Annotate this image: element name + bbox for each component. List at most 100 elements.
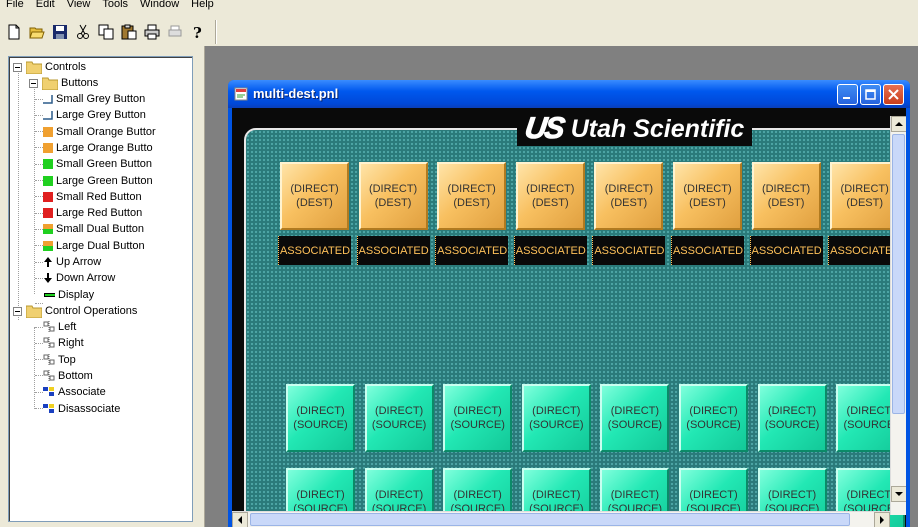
- tree-node-controls[interactable]: Controls: [13, 59, 86, 75]
- panel-splitter[interactable]: [196, 46, 204, 527]
- dual-button-icon: [43, 224, 53, 235]
- button-line-1: (DIRECT): [610, 405, 660, 417]
- tree-item-button[interactable]: Large Green Button: [35, 173, 153, 189]
- vertical-scrollbar[interactable]: [890, 116, 906, 515]
- open-icon[interactable]: [27, 22, 47, 42]
- associated-display[interactable]: ASSOCIATED: [435, 236, 509, 265]
- destination-button[interactable]: (DIRECT) (DEST): [751, 162, 821, 230]
- tree-item-operation[interactable]: Right: [35, 335, 84, 351]
- tree-item-label: Large Red Button: [56, 207, 143, 220]
- source-button[interactable]: (DIRECT) (SOURCE): [679, 384, 748, 452]
- tree-item-operation[interactable]: Associate: [35, 384, 106, 400]
- destination-button[interactable]: (DIRECT) (DEST): [594, 162, 664, 230]
- scroll-right-arrow-icon[interactable]: [874, 512, 890, 527]
- source-button[interactable]: (DIRECT) (SOURCE): [364, 384, 434, 452]
- source-button[interactable]: (DIRECT) (SOURCE): [757, 384, 827, 452]
- tree-item-button[interactable]: Small Orange Buttor: [35, 124, 156, 140]
- source-button[interactable]: (DIRECT) (SOURCE): [286, 384, 355, 452]
- button-line-1: (DIRECT): [610, 489, 660, 501]
- copy-icon[interactable]: [96, 22, 116, 42]
- vertical-scroll-thumb[interactable]: [892, 134, 905, 414]
- tree-item-operation[interactable]: Left: [35, 319, 76, 335]
- tree-item-label: Small Orange Buttor: [56, 125, 156, 138]
- tree-item-button[interactable]: Small Dual Button: [35, 221, 144, 237]
- color-swatch-icon: [43, 142, 53, 153]
- button-line-2: (SOURCE): [371, 419, 427, 431]
- destination-button[interactable]: (DIRECT) (DEST): [515, 162, 585, 230]
- source-button[interactable]: (DIRECT) (SOURCE): [443, 384, 513, 452]
- maximize-button[interactable]: [860, 84, 881, 105]
- menu-edit[interactable]: Edit: [30, 0, 61, 11]
- tree-item-button[interactable]: Small Grey Button: [35, 91, 145, 107]
- associate-icon: [43, 387, 54, 397]
- scroll-left-arrow-icon[interactable]: [232, 512, 248, 527]
- tree-item-operation[interactable]: Top: [35, 352, 76, 368]
- tree-item-button[interactable]: Up Arrow: [35, 254, 101, 270]
- associated-display[interactable]: ASSOCIATED: [356, 236, 430, 265]
- menu-file[interactable]: File: [0, 0, 30, 11]
- button-line-2: (DEST): [453, 197, 491, 209]
- folder-icon: [26, 305, 42, 318]
- destination-button[interactable]: (DIRECT) (DEST): [830, 162, 900, 230]
- minimize-button[interactable]: [837, 84, 858, 105]
- tree-item-button[interactable]: Small Red Button: [35, 189, 142, 205]
- menu-help[interactable]: Help: [185, 0, 220, 11]
- destination-button[interactable]: (DIRECT) (DEST): [358, 162, 428, 230]
- collapse-icon[interactable]: [13, 62, 22, 72]
- folder-icon: [26, 61, 42, 74]
- scroll-down-arrow-icon[interactable]: [891, 486, 906, 502]
- menu-view[interactable]: View: [61, 0, 97, 11]
- destination-button[interactable]: (DIRECT) (DEST): [280, 162, 349, 230]
- source-button[interactable]: (DIRECT) (SOURCE): [600, 384, 670, 452]
- button-line-2: (DEST): [374, 197, 412, 209]
- tree-item-button[interactable]: Down Arrow: [35, 270, 115, 286]
- horizontal-scroll-thumb[interactable]: [250, 513, 850, 526]
- paste-icon[interactable]: [119, 22, 139, 42]
- control-tree: Controls Buttons Small Grey Button Large …: [8, 56, 193, 522]
- button-line-1: (DIRECT): [689, 405, 738, 417]
- tree-item-button[interactable]: Large Dual Button: [35, 238, 145, 254]
- tree-node-buttons[interactable]: Buttons: [29, 75, 98, 91]
- menu-window[interactable]: Window: [134, 0, 185, 11]
- horizontal-scrollbar[interactable]: [232, 511, 890, 527]
- tree-node-display[interactable]: Display: [35, 287, 94, 304]
- source-button[interactable]: (DIRECT) (SOURCE): [521, 384, 591, 452]
- associated-display[interactable]: ASSOCIATED: [278, 236, 351, 265]
- destination-button[interactable]: (DIRECT) (DEST): [437, 162, 507, 230]
- disassociate-icon: [43, 403, 54, 413]
- destination-button[interactable]: (DIRECT) (DEST): [673, 162, 742, 230]
- logo-mark: US: [522, 112, 566, 146]
- collapse-icon[interactable]: [29, 78, 38, 88]
- tree-item-button[interactable]: Large Grey Button: [35, 107, 146, 123]
- print-preview-icon[interactable]: [165, 22, 185, 42]
- new-icon[interactable]: [4, 22, 24, 42]
- tree-item-operation[interactable]: Bottom: [35, 368, 93, 384]
- close-button[interactable]: [883, 84, 904, 105]
- help-icon[interactable]: ?: [188, 22, 208, 42]
- tree-item-button[interactable]: Large Orange Butto: [35, 140, 153, 156]
- button-line-1: (DIRECT): [846, 405, 895, 417]
- associated-display[interactable]: ASSOCIATED: [513, 236, 587, 265]
- associated-display[interactable]: ASSOCIATED: [749, 236, 823, 265]
- button-line-2: (DEST): [610, 197, 648, 209]
- toolbar-separator: [215, 19, 217, 44]
- menu-tools[interactable]: Tools: [96, 0, 134, 11]
- window-titlebar[interactable]: multi-dest.pnl: [228, 80, 910, 108]
- cut-icon[interactable]: [73, 22, 93, 42]
- save-icon[interactable]: [50, 22, 70, 42]
- button-line-1: (DIRECT): [767, 405, 817, 417]
- tree-item-operation[interactable]: Disassociate: [35, 401, 120, 417]
- tree-item-button[interactable]: Small Green Button: [35, 156, 152, 172]
- collapse-icon[interactable]: [13, 306, 22, 316]
- tree-item-button[interactable]: Large Red Button: [35, 205, 142, 221]
- color-swatch-icon: [43, 175, 53, 186]
- scroll-up-arrow-icon[interactable]: [891, 116, 906, 132]
- application-window: File Edit View Tools Window Help ? Contr…: [0, 0, 918, 527]
- tree-item-label: Down Arrow: [56, 272, 116, 285]
- tree-node-control-operations[interactable]: Control Operations: [13, 303, 137, 319]
- logo-brand: Utah Scientific: [570, 114, 745, 143]
- associated-display[interactable]: ASSOCIATED: [671, 236, 744, 265]
- associated-display[interactable]: ASSOCIATED: [592, 236, 666, 265]
- print-icon[interactable]: [142, 22, 162, 42]
- toolbar: ?: [0, 18, 918, 45]
